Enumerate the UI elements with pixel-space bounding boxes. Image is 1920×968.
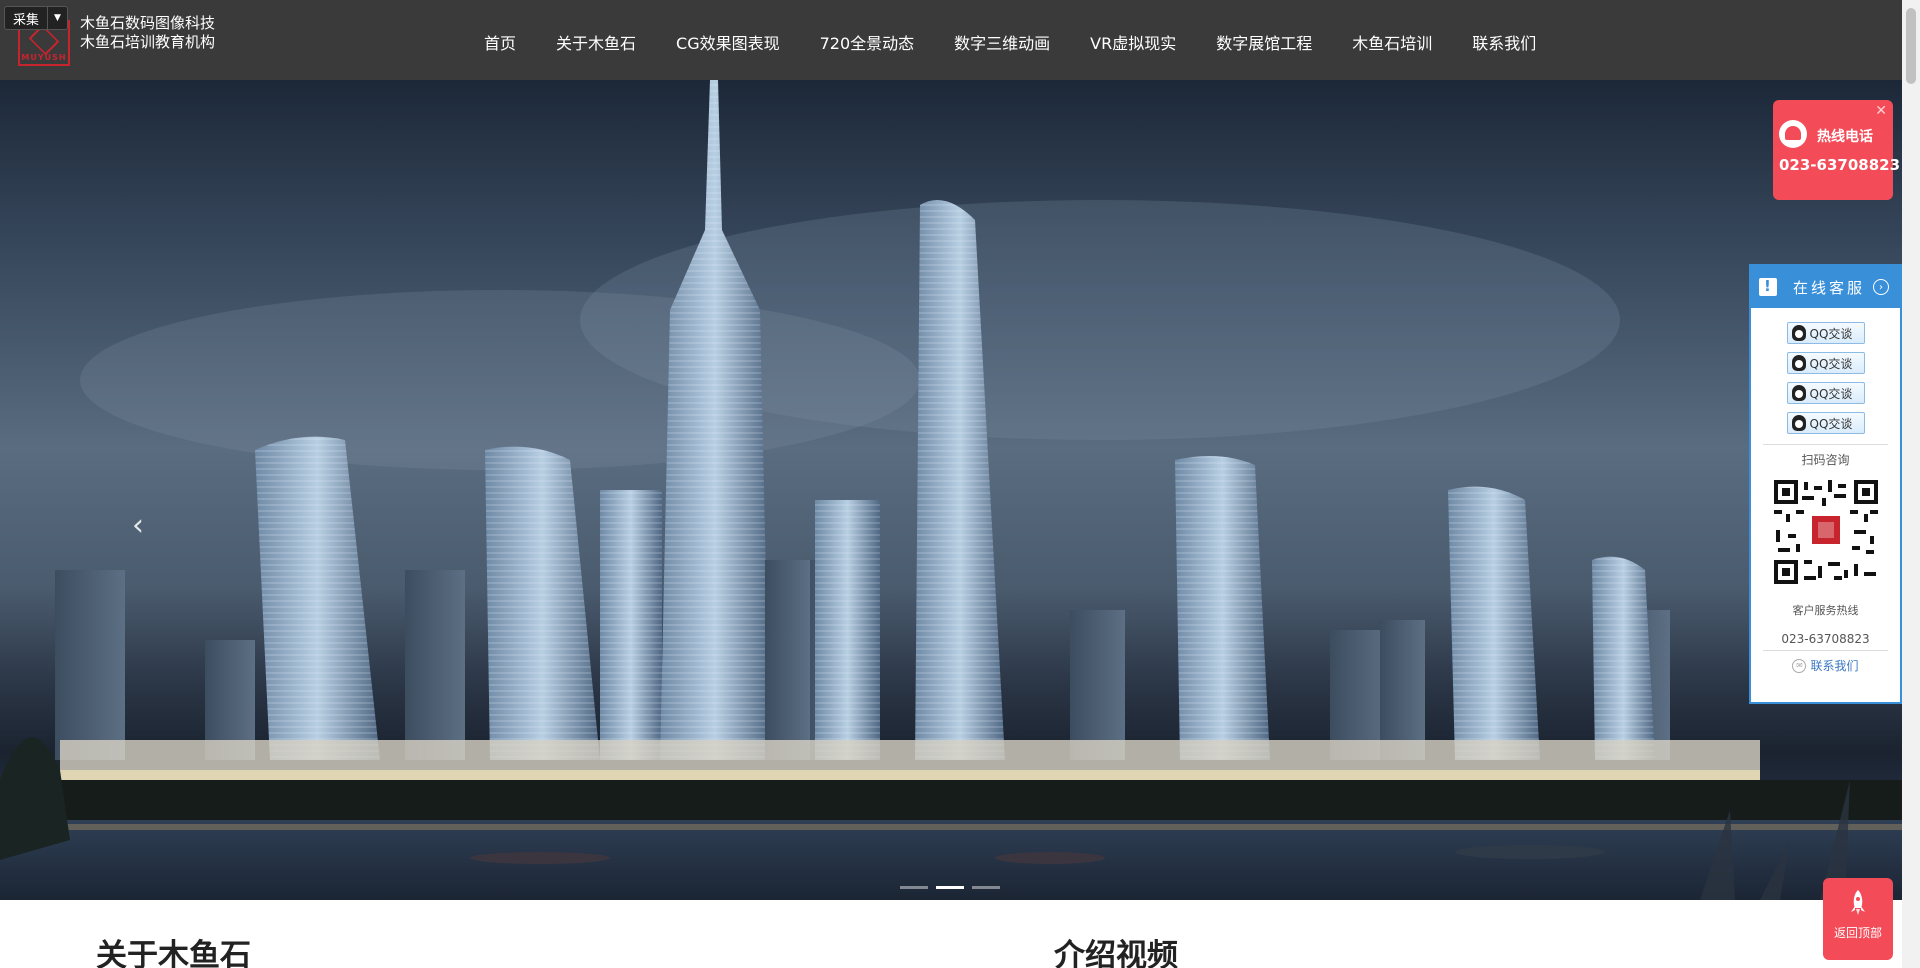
service-hotline-caption: 客户服务热线 (1792, 604, 1859, 617)
divider (1763, 650, 1888, 651)
service-avatar-icon (1779, 120, 1807, 148)
slide-dot-2[interactable] (936, 886, 964, 889)
qq-chat-button[interactable]: QQ交谈 (1786, 322, 1865, 344)
nav-item-cg[interactable]: CG效果图表现 (676, 30, 780, 54)
online-service-panel: 在线客服 › QQ交谈 QQ交谈 QQ交谈 QQ交谈 扫码咨询 (1749, 264, 1902, 704)
divider (1763, 444, 1888, 445)
qq-icon (1791, 415, 1806, 431)
back-to-top-label: 返回顶部 (1833, 926, 1882, 940)
caret-down-icon[interactable]: ▼ (47, 7, 67, 29)
video-section-title: 介绍视频 (1054, 938, 1178, 968)
nav-item-vr[interactable]: VR虚拟现实 (1090, 30, 1176, 54)
qq-button-list: QQ交谈 QQ交谈 QQ交谈 QQ交谈 (1751, 308, 1900, 434)
about-section-title: 关于木鱼石 (96, 938, 251, 968)
qq-chat-label: QQ交谈 (1809, 416, 1853, 431)
slide-indicators (900, 886, 1008, 889)
online-service-header[interactable]: 在线客服 › (1751, 266, 1900, 308)
contact-us-label: 联系我们 (1810, 659, 1859, 673)
qq-chat-label: QQ交谈 (1809, 326, 1853, 341)
close-icon[interactable]: ✕ (1875, 103, 1887, 119)
scan-label: 扫码咨询 (1801, 453, 1850, 467)
hero-banner[interactable]: ‹ (0, 80, 1902, 900)
slide-dot-1[interactable] (900, 886, 928, 889)
nav-item-animation[interactable]: 数字三维动画 (954, 30, 1050, 54)
chevron-left-icon[interactable]: ‹ (132, 508, 144, 543)
brand-line-2: 木鱼石培训教育机构 (80, 33, 216, 51)
logo-text: MUYUSH (21, 53, 67, 62)
page-scrollbar[interactable] (1902, 0, 1920, 968)
qq-chat-button[interactable]: QQ交谈 (1786, 382, 1865, 404)
contact-icon: ✉ (1792, 658, 1807, 673)
rocket-icon (1849, 890, 1867, 916)
qq-icon (1791, 385, 1806, 401)
chevron-right-icon[interactable]: › (1873, 279, 1890, 295)
site-header: MUYUSH 采集 ▼ 木鱼石数码图像科技 木鱼石培训教育机构 首页 关于木鱼石… (0, 0, 1902, 80)
hotline-number: 023-63708823 (1779, 156, 1901, 174)
qq-chat-button[interactable]: QQ交谈 (1786, 412, 1865, 434)
hero-cityscape-image (0, 80, 1902, 900)
back-to-top-button[interactable]: 返回顶部 (1823, 878, 1893, 960)
slide-dot-3[interactable] (972, 886, 1000, 889)
collect-label: 采集 (13, 12, 40, 28)
qq-icon (1791, 325, 1806, 341)
qr-code-image (1773, 480, 1878, 584)
main-nav: 首页 关于木鱼石 CG效果图表现 720全景动态 数字三维动画 VR虚拟现实 数… (484, 30, 1576, 54)
brand-line-1: 木鱼石数码图像科技 (80, 14, 216, 32)
brand-name[interactable]: 木鱼石数码图像科技 木鱼石培训教育机构 (80, 14, 215, 52)
collect-button[interactable]: 采集 ▼ (4, 6, 68, 30)
scrollbar-thumb[interactable] (1906, 8, 1916, 84)
qq-chat-button[interactable]: QQ交谈 (1786, 352, 1865, 374)
qq-icon (1791, 355, 1806, 371)
nav-item-contact[interactable]: 联系我们 (1472, 30, 1536, 54)
nav-item-about[interactable]: 关于木鱼石 (556, 30, 636, 54)
nav-item-exhibition[interactable]: 数字展馆工程 (1216, 30, 1312, 54)
qq-chat-label: QQ交谈 (1809, 356, 1853, 371)
online-service-title: 在线客服 (1793, 278, 1866, 297)
nav-item-home[interactable]: 首页 (484, 30, 516, 54)
message-icon (1759, 277, 1777, 296)
hotline-widget: ✕ 热线电话 023-63708823 (1773, 100, 1900, 200)
qq-chat-label: QQ交谈 (1809, 386, 1853, 401)
nav-item-training[interactable]: 木鱼石培训 (1352, 30, 1432, 54)
contact-us-link[interactable]: ✉ 联系我们 (1751, 657, 1900, 674)
service-phone: 023-63708823 (1781, 632, 1870, 646)
hotline-label: 热线电话 (1817, 129, 1873, 145)
nav-item-720[interactable]: 720全景动态 (820, 30, 915, 54)
